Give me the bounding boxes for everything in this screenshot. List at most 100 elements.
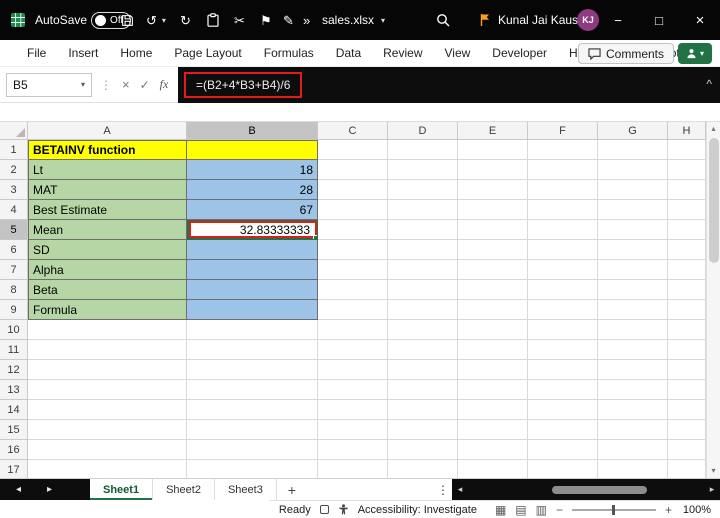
row-header-10[interactable]: 10 (0, 320, 28, 340)
cell-e1[interactable] (458, 140, 528, 160)
cell-e15[interactable] (458, 420, 528, 440)
cell-f4[interactable] (528, 200, 598, 220)
cell-c10[interactable] (318, 320, 388, 340)
cell-a17[interactable] (28, 460, 187, 478)
cell-e3[interactable] (458, 180, 528, 200)
cell-e10[interactable] (458, 320, 528, 340)
cell-c13[interactable] (318, 380, 388, 400)
horizontal-scroll-thumb[interactable] (552, 486, 647, 494)
undo-button[interactable]: ↺ ▾ (146, 0, 166, 40)
collapse-formula-bar-icon[interactable]: ^ (706, 77, 712, 91)
cell-c11[interactable] (318, 340, 388, 360)
cell-h11[interactable] (668, 340, 706, 360)
cell-c6[interactable] (318, 240, 388, 260)
cell-g13[interactable] (598, 380, 668, 400)
search-button[interactable] (436, 0, 450, 40)
cell-d15[interactable] (388, 420, 458, 440)
row-header-5[interactable]: 5 (0, 220, 28, 240)
cell-a3[interactable]: MAT (28, 180, 187, 200)
cell-e6[interactable] (458, 240, 528, 260)
cell-c2[interactable] (318, 160, 388, 180)
cell-h1[interactable] (668, 140, 706, 160)
row-header-7[interactable]: 7 (0, 260, 28, 280)
cell-b17[interactable] (187, 460, 318, 478)
cell-c8[interactable] (318, 280, 388, 300)
cell-h16[interactable] (668, 440, 706, 460)
cell-a4[interactable]: Best Estimate (28, 200, 187, 220)
accessibility-status-label[interactable]: Accessibility: Investigate (358, 504, 477, 516)
zoom-slider-thumb[interactable] (612, 505, 615, 515)
row-header-9[interactable]: 9 (0, 300, 28, 320)
cell-g8[interactable] (598, 280, 668, 300)
cell-h17[interactable] (668, 460, 706, 478)
name-box[interactable]: B5 ▾ (6, 73, 92, 97)
excel-app-icon[interactable] (10, 0, 26, 40)
cell-g17[interactable] (598, 460, 668, 478)
cell-a8[interactable]: Beta (28, 280, 187, 300)
row-header-11[interactable]: 11 (0, 340, 28, 360)
cell-f13[interactable] (528, 380, 598, 400)
cell-h8[interactable] (668, 280, 706, 300)
cut-button[interactable]: ✂ (234, 0, 245, 40)
cell-d9[interactable] (388, 300, 458, 320)
row-header-16[interactable]: 16 (0, 440, 28, 460)
row-header-12[interactable]: 12 (0, 360, 28, 380)
share-button[interactable]: ▾ (678, 43, 712, 64)
cell-b1[interactable] (187, 140, 318, 160)
scroll-up-icon[interactable]: ▴ (707, 122, 720, 136)
cell-e8[interactable] (458, 280, 528, 300)
cell-f14[interactable] (528, 400, 598, 420)
cell-a13[interactable] (28, 380, 187, 400)
cell-c4[interactable] (318, 200, 388, 220)
cell-f9[interactable] (528, 300, 598, 320)
user-avatar[interactable]: KJ (577, 0, 599, 40)
select-all-corner[interactable] (0, 122, 28, 140)
cell-f6[interactable] (528, 240, 598, 260)
cell-b10[interactable] (187, 320, 318, 340)
cell-g7[interactable] (598, 260, 668, 280)
cell-c9[interactable] (318, 300, 388, 320)
zoom-out-icon[interactable]: − (556, 503, 563, 517)
column-header-c[interactable]: C (318, 122, 388, 140)
cell-d12[interactable] (388, 360, 458, 380)
cell-f3[interactable] (528, 180, 598, 200)
ribbon-tab-developer[interactable]: Developer (481, 40, 558, 67)
cell-b11[interactable] (187, 340, 318, 360)
cell-h15[interactable] (668, 420, 706, 440)
cell-d5[interactable] (388, 220, 458, 240)
h-scroll-left-icon[interactable]: ◂ (452, 484, 468, 495)
column-header-g[interactable]: G (598, 122, 668, 140)
cell-b4[interactable]: 67 (187, 200, 318, 220)
vertical-scroll-thumb[interactable] (709, 138, 719, 263)
cell-b5[interactable]: 32.83333333 (187, 220, 318, 240)
page-break-view-icon[interactable]: ▥ (536, 504, 547, 516)
add-sheet-button[interactable]: + (277, 479, 307, 500)
cell-b13[interactable] (187, 380, 318, 400)
cell-e12[interactable] (458, 360, 528, 380)
cell-h5[interactable] (668, 220, 706, 240)
cell-d14[interactable] (388, 400, 458, 420)
normal-view-icon[interactable]: ▦ (495, 504, 506, 516)
cell-e9[interactable] (458, 300, 528, 320)
close-button[interactable]: × (680, 0, 720, 40)
cell-g9[interactable] (598, 300, 668, 320)
cell-b7[interactable] (187, 260, 318, 280)
save-button[interactable] (121, 0, 134, 40)
cell-a14[interactable] (28, 400, 187, 420)
more-commands-button[interactable]: » (303, 0, 310, 40)
cell-b16[interactable] (187, 440, 318, 460)
cell-f7[interactable] (528, 260, 598, 280)
cell-a5[interactable]: Mean (28, 220, 187, 240)
row-header-1[interactable]: 1 (0, 140, 28, 160)
cell-d10[interactable] (388, 320, 458, 340)
cell-d17[interactable] (388, 460, 458, 478)
flag-button[interactable]: ⚑ (260, 0, 272, 40)
zoom-level-label[interactable]: 100% (681, 504, 711, 516)
cell-b14[interactable] (187, 400, 318, 420)
cell-h9[interactable] (668, 300, 706, 320)
cell-e11[interactable] (458, 340, 528, 360)
cell-f1[interactable] (528, 140, 598, 160)
cell-f10[interactable] (528, 320, 598, 340)
cell-a9[interactable]: Formula (28, 300, 187, 320)
ribbon-tab-data[interactable]: Data (325, 40, 372, 67)
